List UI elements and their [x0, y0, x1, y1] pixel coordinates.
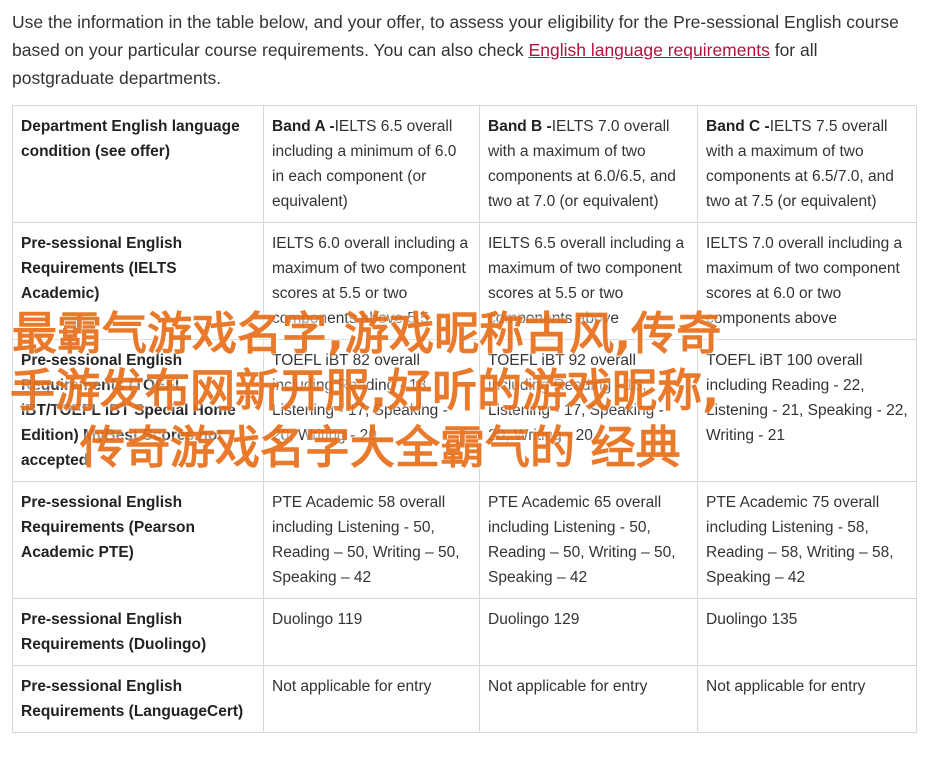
row-label-duolingo: Pre-sessional English Requirements (Duol…: [12, 598, 264, 666]
table-row: Pre-sessional English Requirements (TOEF…: [12, 339, 917, 482]
table-row: Pre-sessional English Requirements (Pear…: [12, 481, 917, 599]
table-cell: TOEFL iBT 92 overall including Reading -…: [479, 339, 698, 482]
table-cell: Not applicable for entry: [263, 665, 480, 733]
row-label-pte: Pre-sessional English Requirements (Pear…: [12, 481, 264, 599]
table-cell: IELTS 6.0 overall including a maximum of…: [263, 222, 480, 340]
table-row: Pre-sessional English Requirements (Duol…: [12, 598, 917, 666]
band-c-name: Band C -: [706, 118, 770, 135]
english-language-requirements-link[interactable]: English language requirements: [529, 40, 770, 60]
table-cell: PTE Academic 58 overall including Listen…: [263, 481, 480, 599]
header-label-cell: Department English language condition (s…: [12, 105, 264, 223]
table-header-row: Department English language condition (s…: [12, 105, 917, 223]
band-a-cell: Band A -IELTS 6.5 overall including a mi…: [263, 105, 480, 223]
table-cell: Not applicable for entry: [479, 665, 698, 733]
table-row: Pre-sessional English Requirements (Lang…: [12, 665, 917, 733]
table-cell: IELTS 7.0 overall including a maximum of…: [697, 222, 917, 340]
intro-paragraph: Use the information in the table below, …: [12, 8, 917, 92]
row-label-toefl: Pre-sessional English Requirements (TOEF…: [12, 339, 264, 482]
row-label-ielts: Pre-sessional English Requirements (IELT…: [12, 222, 264, 340]
table-cell: Not applicable for entry: [697, 665, 917, 733]
table-row: Pre-sessional English Requirements (IELT…: [12, 222, 917, 340]
band-c-cell: Band C -IELTS 7.5 overall with a maximum…: [697, 105, 917, 223]
table-cell: Duolingo 135: [697, 598, 917, 666]
band-b-name: Band B -: [488, 118, 552, 135]
band-a-name: Band A -: [272, 118, 335, 135]
table-cell: TOEFL iBT 82 overall including Reading -…: [263, 339, 480, 482]
table-cell: Duolingo 129: [479, 598, 698, 666]
table-cell: IELTS 6.5 overall including a maximum of…: [479, 222, 698, 340]
table-cell: PTE Academic 65 overall including Listen…: [479, 481, 698, 599]
band-b-cell: Band B -IELTS 7.0 overall with a maximum…: [479, 105, 698, 223]
table-cell: Duolingo 119: [263, 598, 480, 666]
row-label-languagecert: Pre-sessional English Requirements (Lang…: [12, 665, 264, 733]
requirements-table: Department English language condition (s…: [12, 105, 917, 733]
table-cell: PTE Academic 75 overall including Listen…: [697, 481, 917, 599]
table-cell: TOEFL iBT 100 overall including Reading …: [697, 339, 917, 482]
